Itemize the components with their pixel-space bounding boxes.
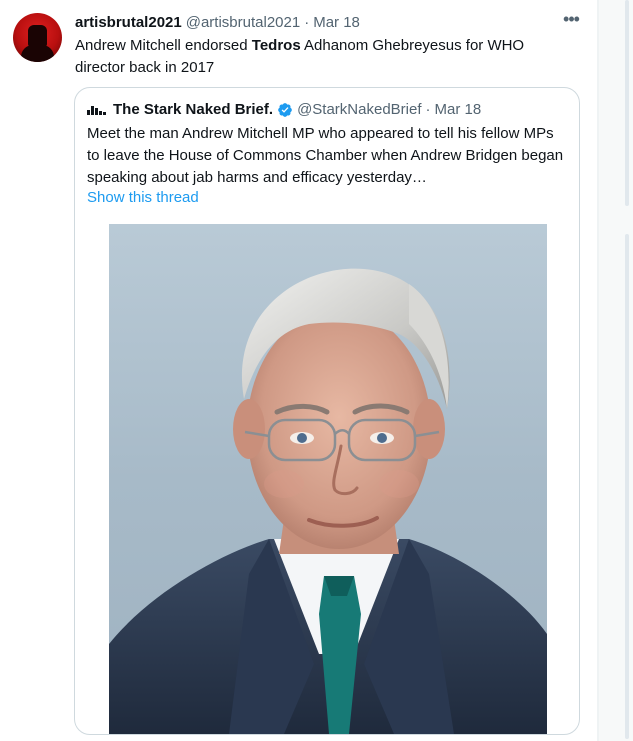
right-sidebar-edge (598, 0, 633, 741)
display-name[interactable]: artisbrutal2021 (75, 13, 182, 33)
avatar[interactable] (13, 13, 62, 62)
sidebar-scroll-mark (625, 234, 629, 739)
more-horizontal-icon: ••• (563, 9, 580, 29)
portrait-photo[interactable] (109, 224, 547, 734)
sidebar-scroll-mark (625, 0, 629, 206)
tweet-text: Andrew Mitchell endorsed Tedros Adhanom … (75, 35, 545, 79)
portrait-illustration (109, 268, 547, 734)
avatar-shoulders (21, 45, 54, 62)
brand-logo-icon[interactable] (87, 103, 107, 117)
quoted-tweet-card[interactable]: The Stark Naked Brief. @StarkNakedBrief … (74, 87, 580, 735)
quoted-user-handle[interactable]: @StarkNakedBrief (297, 100, 421, 120)
quoted-display-name[interactable]: The Stark Naked Brief. (113, 100, 273, 120)
tweet-header: artisbrutal2021 @artisbrutal2021 · Mar 1… (75, 13, 360, 33)
show-thread-link[interactable]: Show this thread (87, 188, 199, 208)
hashtag-like-bold: Tedros (251, 37, 301, 54)
avatar-figure (28, 25, 47, 47)
verified-badge-icon (278, 103, 292, 117)
quoted-tweet-date[interactable]: Mar 18 (435, 100, 482, 120)
tweet-text-part: Andrew Mitchell endorsed (75, 37, 252, 54)
tweet-date[interactable]: Mar 18 (313, 13, 360, 33)
separator-dot: · (304, 14, 310, 31)
more-options-button[interactable]: ••• (560, 9, 582, 34)
user-handle[interactable]: @artisbrutal2021 (186, 13, 300, 33)
quoted-tweet-text: Meet the man Andrew Mitchell MP who appe… (87, 125, 564, 186)
quoted-tweet-header: The Stark Naked Brief. @StarkNakedBrief … (87, 100, 481, 120)
separator-dot: · (425, 101, 431, 118)
tweet[interactable]: artisbrutal2021 @artisbrutal2021 · Mar 1… (0, 0, 598, 741)
